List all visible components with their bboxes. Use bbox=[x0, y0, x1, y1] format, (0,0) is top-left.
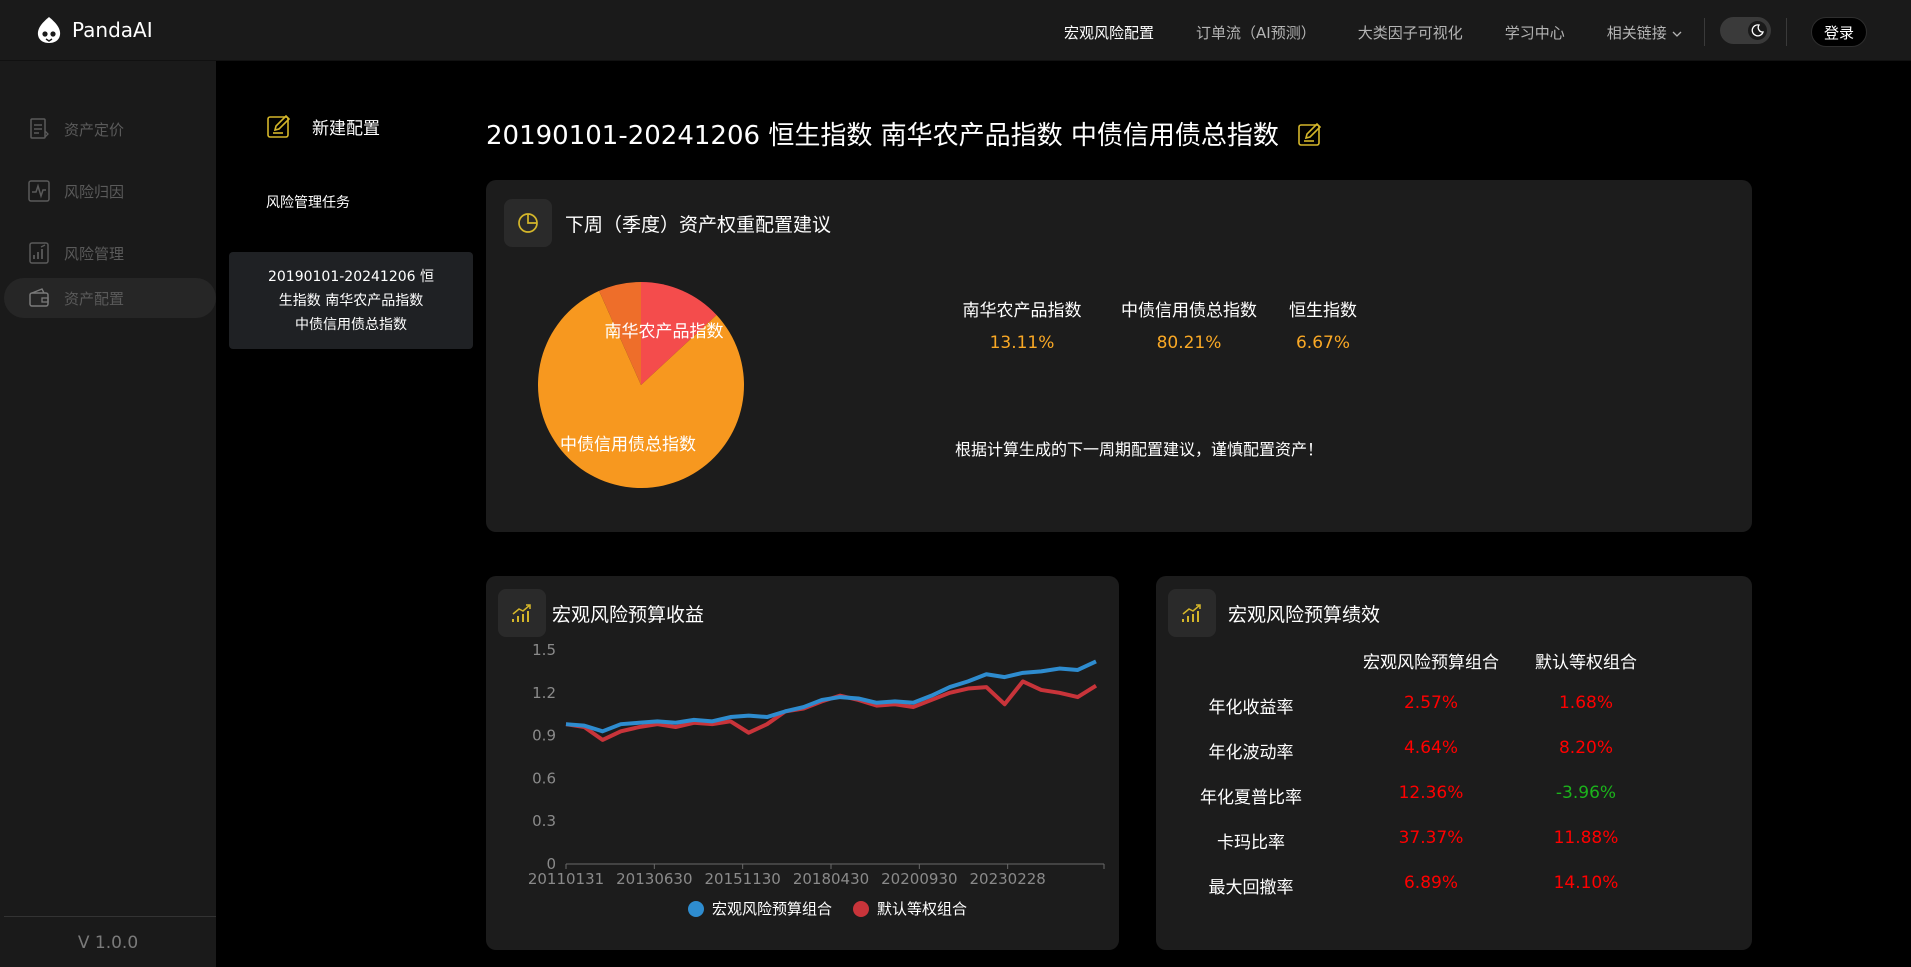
nav-order-flow[interactable]: 订单流（AI预测） bbox=[1196, 22, 1316, 43]
metric-label: 最大回撤率 bbox=[1208, 878, 1294, 898]
panda-logo-icon bbox=[37, 17, 61, 43]
returns-line-chart: 00.30.60.91.21.520110131 20130630 20151130… bbox=[528, 641, 1105, 918]
sidebar-item-risk-attribution[interactable]: 风险归因 bbox=[4, 171, 216, 211]
metric-label: 年化夏普比率 bbox=[1200, 788, 1302, 808]
x-tick-label: 20130630 bbox=[616, 870, 692, 888]
nav-related-links-label: 相关链接 bbox=[1606, 24, 1667, 42]
weights-pie-chart: 南华农产品指数中债信用债总指数 bbox=[538, 282, 744, 488]
version-label: V 1.0.0 bbox=[77, 933, 139, 953]
asset-name: 南华农产品指数 bbox=[962, 301, 1082, 321]
x-tick-label: 20110131 bbox=[528, 870, 604, 888]
column-header: 宏观风险预算组合 bbox=[1363, 653, 1499, 673]
pie-label: 中债信用债总指数 bbox=[560, 435, 696, 455]
nav-factor-viz[interactable]: 大类因子可视化 bbox=[1358, 22, 1463, 43]
legend-marker[interactable] bbox=[853, 901, 869, 917]
task-card[interactable]: 20190101-20241206 恒 生指数 南华农产品指数 中债信用债总指数 bbox=[229, 252, 473, 349]
y-tick-label: 1.5 bbox=[532, 641, 556, 659]
legend-label[interactable]: 默认等权组合 bbox=[877, 900, 967, 918]
series-line bbox=[565, 659, 1097, 734]
pie-chart-icon bbox=[504, 199, 552, 247]
metric-label: 卡玛比率 bbox=[1217, 833, 1285, 853]
legend-label[interactable]: 宏观风险预算组合 bbox=[712, 900, 832, 918]
legend-marker[interactable] bbox=[688, 901, 704, 917]
sidebar-item-asset-allocation[interactable]: 资产配置 bbox=[4, 278, 216, 318]
metric-value: 12.36% bbox=[1398, 783, 1464, 803]
wallet-icon bbox=[29, 288, 49, 307]
document-icon bbox=[30, 118, 49, 139]
moon-icon bbox=[1748, 21, 1767, 40]
nav-macro-risk[interactable]: 宏观风险配置 bbox=[1064, 22, 1154, 43]
task-section-label: 风险管理任务 bbox=[266, 195, 350, 211]
sidebar: 资产定价 风险归因 风险管理 资产配置 V 1.0.0 bbox=[0, 61, 216, 967]
nav-divider bbox=[1704, 18, 1705, 46]
weights-card-title: 下周（季度）资产权重配置建议 bbox=[565, 214, 832, 236]
x-tick-label: 20180430 bbox=[793, 870, 869, 888]
pie-label: 南华农产品指数 bbox=[605, 322, 724, 342]
metric-label: 年化收益率 bbox=[1208, 698, 1294, 718]
metric-value: 11.88% bbox=[1553, 828, 1619, 848]
weights-card: 下周（季度）资产权重配置建议 南华农产品指数 中债信用债总指数 南华农产品指数 中… bbox=[486, 180, 1752, 532]
sidebar-item-label: 资产定价 bbox=[64, 120, 125, 139]
metric-value: 14.10% bbox=[1553, 873, 1619, 893]
y-tick-label: 0.9 bbox=[532, 727, 556, 745]
top-nav: 宏观风险配置 订单流（AI预测） 大类因子可视化 学习中心 相关链接 bbox=[1064, 22, 1722, 43]
task-card-line: 生指数 南华农产品指数 bbox=[278, 293, 424, 309]
metric-label: 年化波动率 bbox=[1208, 743, 1294, 763]
task-card-line: 中债信用债总指数 bbox=[295, 317, 407, 333]
sidebar-item-risk-management[interactable]: 风险管理 bbox=[4, 233, 216, 273]
task-panel: 新建配置 风险管理任务 20190101-20241206 恒 生指数 南华农产… bbox=[216, 61, 478, 967]
x-tick-label: 20230228 bbox=[969, 870, 1045, 888]
chevron-down-icon bbox=[1672, 31, 1681, 37]
x-tick-label: 20200930 bbox=[881, 870, 957, 888]
metric-value: 37.37% bbox=[1398, 828, 1464, 848]
sidebar-divider bbox=[4, 916, 216, 917]
new-config-button[interactable]: 新建配置 bbox=[266, 113, 380, 139]
sidebar-item-label: 风险归因 bbox=[64, 182, 125, 201]
page-title: 20190101-20241206 恒生指数 南华农产品指数 中债信用债总指数 bbox=[486, 115, 1323, 152]
x-tick-label: 20151130 bbox=[704, 870, 780, 888]
edit-title-icon[interactable] bbox=[1297, 121, 1323, 147]
asset-name: 恒生指数 bbox=[1289, 301, 1357, 321]
y-tick-label: 0.6 bbox=[532, 769, 556, 787]
allocation-note: 根据计算生成的下一周期配置建议，谨慎配置资产！ bbox=[955, 440, 1324, 459]
pulse-icon bbox=[28, 180, 50, 202]
performance-card-title: 宏观风险预算绩效 bbox=[1228, 604, 1381, 626]
y-tick-label: 0.3 bbox=[532, 812, 556, 830]
asset-weight: 13.11% bbox=[989, 333, 1055, 353]
edit-icon bbox=[267, 114, 291, 138]
login-button[interactable]: 登录 bbox=[1811, 17, 1867, 47]
column-header: 默认等权组合 bbox=[1535, 653, 1637, 673]
y-tick-label: 1.2 bbox=[532, 684, 556, 702]
sidebar-item-label: 资产配置 bbox=[64, 289, 125, 308]
metric-value: 1.68% bbox=[1558, 693, 1613, 713]
asset-name: 中债信用债总指数 bbox=[1121, 301, 1257, 321]
nav-divider bbox=[1786, 18, 1787, 46]
theme-toggle[interactable] bbox=[1720, 17, 1771, 44]
asset-weight: 6.67% bbox=[1295, 333, 1350, 353]
page-title-text: 20190101-20241206 恒生指数 南华农产品指数 中债信用债总指数 bbox=[486, 121, 1279, 151]
performance-card: 宏观风险预算绩效 宏观风险预算组合 默认等权组合 年化收益率 2.57% 1.68%… bbox=[1156, 576, 1752, 950]
metric-value: 2.57% bbox=[1403, 693, 1458, 713]
nav-learning-center[interactable]: 学习中心 bbox=[1505, 22, 1565, 43]
returns-card: 宏观风险预算收益 0 0.3 0.6 0.9 1.2 1.5 20110131 2013063… bbox=[486, 576, 1119, 950]
nav-related-links[interactable]: 相关链接 bbox=[1607, 22, 1682, 43]
task-card-line: 20190101-20241206 恒 bbox=[267, 269, 435, 285]
asset-weight: 80.21% bbox=[1156, 333, 1222, 353]
app-logo[interactable]: PandaAI bbox=[36, 16, 153, 44]
trend-chart-icon bbox=[1168, 589, 1216, 637]
bar-chart-icon bbox=[29, 242, 49, 264]
new-config-label: 新建配置 bbox=[312, 118, 380, 139]
sidebar-item-label: 风险管理 bbox=[64, 244, 125, 263]
metric-value: 4.64% bbox=[1403, 738, 1458, 758]
sidebar-item-asset-pricing[interactable]: 资产定价 bbox=[4, 109, 216, 149]
metric-value: 8.20% bbox=[1558, 738, 1613, 758]
metric-value: 6.89% bbox=[1403, 873, 1458, 893]
metric-value: -3.96% bbox=[1555, 783, 1617, 803]
top-bar: PandaAI 宏观风险配置 订单流（AI预测） 大类因子可视化 学习中心 相关… bbox=[0, 0, 1911, 61]
series-line bbox=[565, 679, 1098, 742]
app-name: PandaAI bbox=[72, 18, 153, 42]
